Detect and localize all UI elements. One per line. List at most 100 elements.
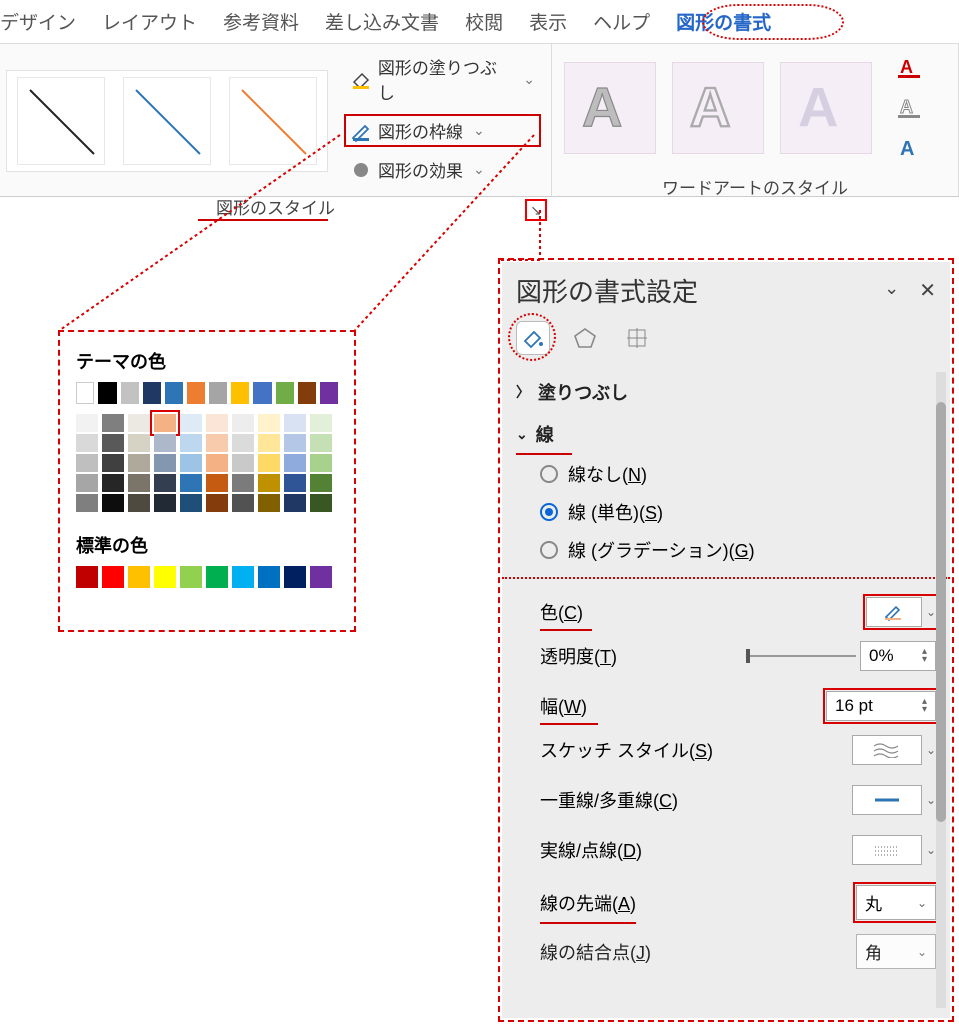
tab-view[interactable]: 表示 — [529, 8, 567, 35]
color-swatch[interactable] — [102, 434, 124, 452]
tab-references[interactable]: 参考資料 — [223, 8, 299, 35]
tab-shape-format[interactable]: 図形の書式 — [676, 8, 771, 35]
color-swatch[interactable] — [310, 434, 332, 452]
wordart-style-1[interactable]: A — [564, 62, 656, 154]
color-swatch[interactable] — [284, 454, 306, 472]
color-swatch[interactable] — [206, 414, 228, 432]
color-swatch[interactable] — [76, 454, 98, 472]
text-fill-menu[interactable]: A — [890, 52, 930, 84]
color-swatch[interactable] — [128, 434, 150, 452]
color-swatch[interactable] — [284, 434, 306, 452]
pane-tab-effects[interactable] — [568, 321, 602, 355]
color-swatch[interactable] — [128, 474, 150, 492]
color-swatch[interactable] — [180, 566, 202, 588]
color-swatch[interactable] — [76, 414, 98, 432]
width-input[interactable]: 16 pt ▴▾ — [826, 691, 936, 721]
color-swatch[interactable] — [102, 494, 124, 512]
color-swatch[interactable] — [310, 566, 332, 588]
color-swatch[interactable] — [232, 434, 254, 452]
color-swatch[interactable] — [154, 474, 176, 492]
color-swatch[interactable] — [128, 494, 150, 512]
color-swatch[interactable] — [180, 454, 202, 472]
pane-scrollbar[interactable] — [936, 372, 946, 1008]
color-swatch[interactable] — [143, 382, 161, 404]
transparency-slider[interactable] — [746, 655, 856, 657]
color-swatch[interactable] — [258, 454, 280, 472]
text-effects-menu[interactable]: A — [890, 132, 930, 164]
tab-review[interactable]: 校閲 — [465, 8, 503, 35]
cap-select[interactable]: 丸 ⌄ — [856, 885, 936, 920]
pane-close-button[interactable]: ✕ — [919, 278, 936, 303]
color-swatch[interactable] — [102, 566, 124, 588]
color-swatch[interactable] — [253, 382, 271, 404]
color-swatch[interactable] — [231, 382, 249, 404]
color-swatch[interactable] — [232, 454, 254, 472]
color-swatch[interactable] — [154, 434, 176, 452]
color-swatch[interactable] — [206, 566, 228, 588]
dialog-launcher[interactable]: ↘ — [525, 199, 547, 221]
scrollbar-thumb[interactable] — [936, 402, 946, 822]
color-swatch[interactable] — [180, 414, 202, 432]
color-swatch[interactable] — [258, 434, 280, 452]
color-swatch[interactable] — [76, 382, 94, 404]
color-swatch[interactable] — [76, 474, 98, 492]
color-swatch[interactable] — [102, 454, 124, 472]
color-swatch[interactable] — [232, 494, 254, 512]
color-swatch[interactable] — [258, 494, 280, 512]
color-swatch[interactable] — [310, 454, 332, 472]
color-swatch[interactable] — [121, 382, 139, 404]
color-swatch[interactable] — [258, 566, 280, 588]
color-swatch[interactable] — [258, 414, 280, 432]
color-swatch[interactable] — [206, 494, 228, 512]
color-swatch[interactable] — [276, 382, 294, 404]
color-swatch[interactable] — [98, 382, 116, 404]
section-line[interactable]: ⌄ 線 — [516, 413, 936, 455]
color-swatch[interactable] — [102, 474, 124, 492]
color-swatch[interactable] — [206, 434, 228, 452]
wordart-gallery[interactable]: A A A — [552, 54, 884, 162]
color-swatch[interactable] — [284, 566, 306, 588]
pane-tab-fill-line[interactable] — [516, 321, 550, 355]
pane-tab-size[interactable] — [620, 321, 654, 355]
color-swatch[interactable] — [284, 494, 306, 512]
color-swatch[interactable] — [128, 454, 150, 472]
radio-solid-line[interactable]: 線 (単色)(S) — [516, 493, 936, 531]
color-swatch[interactable] — [232, 414, 254, 432]
color-swatch[interactable] — [76, 566, 98, 588]
color-swatch[interactable] — [206, 474, 228, 492]
color-swatch[interactable] — [320, 382, 338, 404]
color-swatch[interactable] — [232, 566, 254, 588]
transparency-input[interactable]: 0% ▴▾ — [860, 641, 936, 671]
color-swatch[interactable] — [154, 454, 176, 472]
color-swatch[interactable] — [209, 382, 227, 404]
section-fill[interactable]: 〉 塗りつぶし — [516, 371, 936, 413]
color-picker-button[interactable]: ⌄ — [866, 597, 936, 627]
color-swatch[interactable] — [128, 566, 150, 588]
color-swatch[interactable] — [102, 414, 124, 432]
color-swatch[interactable] — [206, 454, 228, 472]
line-style-orange[interactable] — [229, 77, 317, 165]
color-swatch[interactable] — [187, 382, 205, 404]
color-swatch[interactable] — [180, 434, 202, 452]
text-outline-menu[interactable]: A — [890, 92, 930, 124]
dash-picker[interactable]: ⌄ — [852, 835, 936, 865]
shape-outline-menu[interactable]: 図形の枠線 ⌄ — [344, 114, 541, 147]
color-swatch[interactable] — [76, 434, 98, 452]
radio-gradient-line[interactable]: 線 (グラデーション)(G) — [516, 531, 936, 569]
shape-gallery[interactable] — [6, 70, 328, 172]
color-swatch[interactable] — [310, 414, 332, 432]
color-swatch[interactable] — [128, 414, 150, 432]
color-swatch[interactable] — [298, 382, 316, 404]
tab-mailings[interactable]: 差し込み文書 — [325, 8, 439, 35]
line-style-black[interactable] — [17, 77, 105, 165]
color-swatch[interactable] — [180, 474, 202, 492]
color-swatch[interactable] — [76, 494, 98, 512]
color-swatch[interactable] — [154, 494, 176, 512]
tab-design[interactable]: デザイン — [0, 8, 76, 35]
shape-fill-menu[interactable]: 図形の塗りつぶし ⌄ — [344, 50, 541, 108]
color-swatch[interactable] — [284, 474, 306, 492]
color-swatch[interactable] — [258, 474, 280, 492]
wordart-style-3[interactable]: A — [780, 62, 872, 154]
sketch-picker[interactable]: ⌄ — [852, 735, 936, 765]
wordart-style-2[interactable]: A — [672, 62, 764, 154]
